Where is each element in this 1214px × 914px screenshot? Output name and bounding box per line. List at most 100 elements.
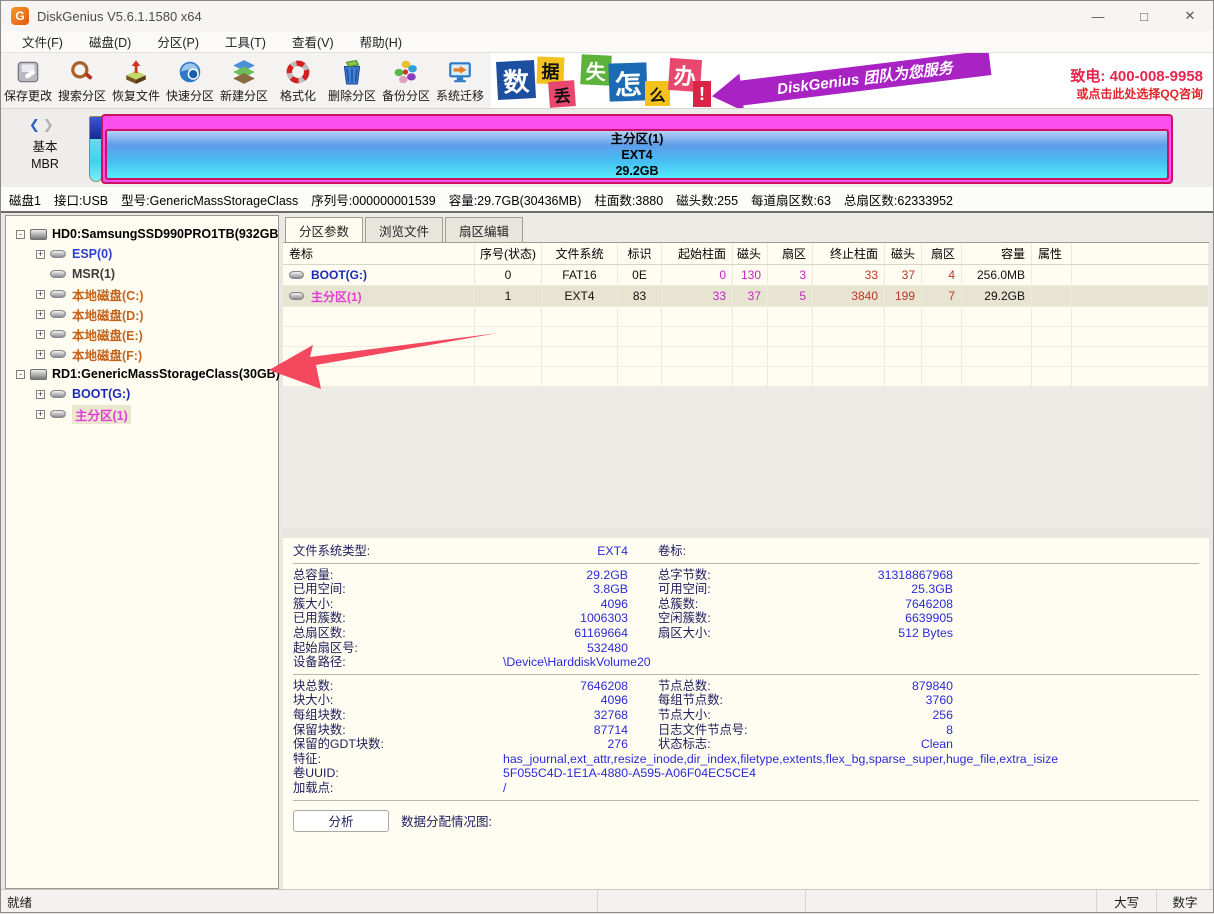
- tree-item-local-c[interactable]: + 本地磁盘(C:): [6, 284, 278, 304]
- expand-icon[interactable]: +: [36, 290, 45, 299]
- col-header[interactable]: 终止柱面: [813, 243, 885, 264]
- detail-value: 25.3GB: [803, 582, 953, 597]
- tree-item-hd0[interactable]: - HD0:SamsungSSD990PRO1TB(932GB: [6, 224, 278, 244]
- col-header[interactable]: 属性: [1032, 243, 1072, 264]
- toolbar-button-label: 搜索分区: [58, 87, 106, 104]
- collapse-icon[interactable]: -: [16, 230, 25, 239]
- tree-item-rd1[interactable]: - RD1:GenericMassStorageClass(30GB): [6, 364, 278, 384]
- new-partition-button[interactable]: 新建分区: [217, 53, 271, 108]
- expand-icon[interactable]: +: [36, 350, 45, 359]
- col-header[interactable]: 扇区: [922, 243, 962, 264]
- tree-item-label: 本地磁盘(F:): [72, 345, 142, 364]
- detail-label: 已用空间:: [293, 582, 503, 597]
- analyze-button[interactable]: 分析: [293, 810, 389, 832]
- toolbar-button-label: 备份分区: [382, 87, 430, 104]
- col-header[interactable]: 磁头: [733, 243, 768, 264]
- cell-end-head: 199: [885, 286, 922, 306]
- search-partition-button[interactable]: 搜索分区: [55, 53, 109, 108]
- disk-icon: [30, 229, 47, 240]
- next-disk-icon[interactable]: ❯: [43, 117, 57, 132]
- disk-info-segment: 总扇区数:62333952: [844, 190, 953, 209]
- tree-item-local-d[interactable]: + 本地磁盘(D:): [6, 304, 278, 324]
- title-bar: G DiskGenius V5.6.1.1580 x64 — □ ✕: [1, 1, 1213, 31]
- prev-disk-icon[interactable]: ❮: [29, 117, 43, 132]
- recover-files-button[interactable]: 恢复文件: [109, 53, 163, 108]
- close-button[interactable]: ✕: [1167, 1, 1213, 31]
- delete-partition-button[interactable]: 删除分区: [325, 53, 379, 108]
- menu-help[interactable]: 帮助(H): [347, 30, 415, 53]
- detail-row: 起始扇区号:532480: [293, 641, 1199, 656]
- detail-row: 总扇区数:61169664 扇区大小:512 Bytes: [293, 626, 1199, 641]
- ad-qq-link[interactable]: 或点击此处选择QQ咨询: [1076, 85, 1203, 102]
- cell-volume-label: BOOT(G:): [311, 268, 367, 282]
- menu-file[interactable]: 文件(F): [9, 30, 76, 53]
- disk-bar[interactable]: 主分区(1) EXT4 29.2GB: [101, 114, 1173, 184]
- cell-attr: [1032, 286, 1072, 306]
- tree-item-esp[interactable]: + ESP(0): [6, 244, 278, 264]
- expand-icon[interactable]: +: [36, 390, 45, 399]
- partition-details-panel: 文件系统类型: EXT4 卷标: 总容量:29.2GB 总字节数:3131886…: [283, 538, 1209, 889]
- detail-label: [658, 641, 803, 656]
- format-button[interactable]: 格式化: [271, 53, 325, 108]
- tree-item-label: ESP(0): [72, 247, 112, 261]
- menu-view[interactable]: 查看(V): [279, 30, 347, 53]
- col-header[interactable]: 磁头: [885, 243, 922, 264]
- collapse-icon[interactable]: -: [16, 370, 25, 379]
- save-changes-button[interactable]: 保存更改: [1, 53, 55, 108]
- detail-label: 簇大小:: [293, 597, 503, 612]
- detail-label: 加载点:: [293, 781, 503, 796]
- col-header[interactable]: 起始柱面: [662, 243, 733, 264]
- detail-value: 31318867968: [803, 568, 953, 583]
- partition-icon: [50, 390, 66, 398]
- expand-icon[interactable]: +: [36, 330, 45, 339]
- menu-disk[interactable]: 磁盘(D): [76, 30, 144, 53]
- tree-item-msr[interactable]: MSR(1): [6, 264, 278, 284]
- system-migrate-button[interactable]: 系统迁移: [433, 53, 487, 108]
- ad-tile: 数: [496, 60, 536, 100]
- status-pane: [598, 890, 806, 912]
- cell-start-cyl: 33: [662, 286, 733, 306]
- quick-partition-button[interactable]: 快速分区: [163, 53, 217, 108]
- menu-partition[interactable]: 分区(P): [144, 30, 212, 53]
- expand-icon[interactable]: +: [36, 410, 45, 419]
- detail-label: 可用空间:: [658, 582, 803, 597]
- detail-row: 块大小:4096 每组节点数:3760: [293, 693, 1199, 708]
- tab-partition-params[interactable]: 分区参数: [285, 217, 363, 242]
- menu-tools[interactable]: 工具(T): [212, 30, 279, 53]
- disk-nav: ❮❯: [29, 117, 57, 133]
- tree-item-local-e[interactable]: + 本地磁盘(E:): [6, 324, 278, 344]
- table-row-primary-selected[interactable]: 主分区(1) 1 EXT4 83 33 37 5 3840 199 7 29.2…: [283, 286, 1209, 307]
- partition-icon: [50, 290, 66, 298]
- tree-item-local-f[interactable]: + 本地磁盘(F:): [6, 344, 278, 364]
- expand-icon[interactable]: +: [36, 310, 45, 319]
- disk-info-bar: 磁盘1 接口:USB 型号:GenericMassStorageClass 序列…: [1, 187, 1213, 213]
- partition-bar-main[interactable]: 主分区(1) EXT4 29.2GB: [105, 129, 1169, 180]
- right-panel: 分区参数 浏览文件 扇区编辑 卷标 序号(状态) 文件系统 标识 起始柱面 磁头…: [283, 213, 1209, 889]
- detail-value: EXT4: [503, 544, 628, 559]
- table-row-boot[interactable]: BOOT(G:) 0 FAT16 0E 0 130 3 33 37 4 256.…: [283, 265, 1209, 286]
- tab-browse-files[interactable]: 浏览文件: [365, 217, 443, 242]
- main-area: - HD0:SamsungSSD990PRO1TB(932GB + ESP(0)…: [1, 213, 1213, 891]
- col-header[interactable]: 扇区: [768, 243, 813, 264]
- cell-capacity: 29.2GB: [962, 286, 1032, 306]
- expand-icon[interactable]: +: [36, 250, 45, 259]
- col-header[interactable]: 文件系统: [542, 243, 618, 264]
- tab-sector-edit[interactable]: 扇区编辑: [445, 217, 523, 242]
- col-header[interactable]: 卷标: [283, 243, 475, 264]
- detail-row: 每组块数:32768 节点大小:256: [293, 708, 1199, 723]
- toolbar-button-label: 恢复文件: [112, 87, 160, 104]
- panel-divider: [283, 528, 1209, 538]
- backup-partition-button[interactable]: 备份分区: [379, 53, 433, 108]
- tree-item-label: BOOT(G:): [72, 387, 130, 401]
- minimize-button[interactable]: —: [1075, 1, 1121, 31]
- maximize-button[interactable]: □: [1121, 1, 1167, 31]
- tree-item-primary-partition[interactable]: + 主分区(1): [6, 404, 278, 424]
- col-header[interactable]: 标识: [618, 243, 662, 264]
- ad-banner[interactable]: 数 据 丢 失 怎 么 办 ! DiskGenius 团队为您服务 致电: 40…: [491, 53, 1213, 108]
- col-header[interactable]: 容量: [962, 243, 1032, 264]
- status-ready: 就绪: [1, 890, 598, 912]
- table-empty-row: [283, 367, 1209, 387]
- tree-item-boot-g[interactable]: + BOOT(G:): [6, 384, 278, 404]
- detail-label: 总字节数:: [658, 568, 803, 583]
- col-header[interactable]: 序号(状态): [475, 243, 542, 264]
